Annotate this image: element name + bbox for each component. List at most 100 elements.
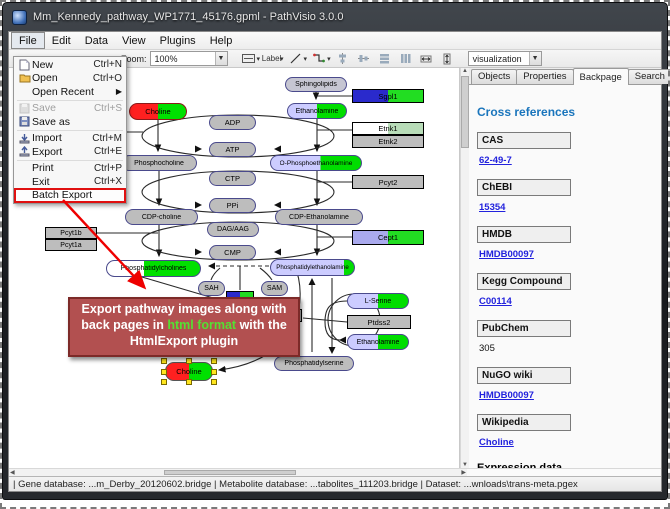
chevron-down-icon[interactable]: ▾ [304,55,308,63]
common-width-button[interactable] [417,51,436,67]
distribute-h-button[interactable] [375,51,394,67]
chevron-down-icon[interactable]: ▾ [257,55,261,63]
node-ethanolamine[interactable]: Ethanolamine [287,103,347,119]
xref-link[interactable]: HMDB00097 [479,249,653,260]
node-ctp[interactable]: CTP [209,171,256,186]
selection-handle[interactable] [161,379,167,385]
node-atp[interactable]: ATP [209,142,256,157]
selection-handle[interactable] [161,369,167,375]
node-adp[interactable]: ADP [209,115,256,130]
node-phosphatidylcholines[interactable]: Phosphatidylcholines [106,260,201,277]
xref-title: PubChem [477,320,571,337]
connector-tool-button[interactable] [309,51,328,67]
label-tool-button[interactable]: Label [262,51,281,67]
node-pcyt2[interactable]: Pcyt2 [352,175,424,189]
chevron-down-icon[interactable]: ▼ [529,52,541,65]
menu-file[interactable]: File [11,32,45,49]
menu-item-label: Print [32,162,94,174]
xref-link[interactable]: 62-49-7 [479,155,653,166]
file-menu-item-export[interactable]: ExportCtrl+E [15,145,125,159]
line-tool-button[interactable] [286,51,305,67]
scroll-up-icon[interactable]: ▲ [462,68,468,74]
selection-handle[interactable] [211,369,217,375]
xref-title: HMDB [477,226,571,243]
tab-search[interactable]: Search [628,69,670,84]
tab-objects[interactable]: Objects [471,69,517,84]
file-menu-item-open-recent[interactable]: Open Recent▶ [15,85,125,99]
menu-item-label: Batch Export [32,189,122,201]
menu-data[interactable]: Data [78,32,115,49]
align-center-x-button[interactable] [333,51,352,67]
common-height-icon [442,53,452,65]
xref-link[interactable]: Choline [479,437,653,448]
file-menu-item-print[interactable]: PrintCtrl+P [15,162,125,176]
node-ppi[interactable]: PPi [209,198,256,213]
node-phosphatidylethanolamine[interactable]: Phosphatidylethanolamine [270,259,355,276]
common-height-button[interactable] [438,51,457,67]
gene-node-button[interactable] [239,51,258,67]
tab-properties[interactable]: Properties [516,69,573,84]
label-tool-icon: Label [262,54,282,63]
visualization-combobox[interactable]: visualization ▼ [468,51,542,66]
chevron-down-icon[interactable]: ▾ [280,55,284,63]
canvas-horizontal-scrollbar[interactable]: ◀ ▶ [9,468,467,476]
node-pcyt1b[interactable]: Pcyt1b [45,227,97,239]
align-center-x-icon [337,53,348,64]
align-center-y-button[interactable] [354,51,373,67]
file-menu-item-save-as[interactable]: Save as [15,115,125,129]
node-phosphatidylserine[interactable]: Phosphatidylserine [274,356,354,371]
menu-view[interactable]: View [115,32,153,49]
selection-handle[interactable] [161,358,167,364]
node-etnk1[interactable]: Etnk1 [352,122,424,135]
node-atp-label: ATP [225,145,239,154]
selection-handle[interactable] [186,379,192,385]
menu-help[interactable]: Help [203,32,240,49]
node-sphingolipids[interactable]: Sphingolipids [285,77,347,92]
canvas-vertical-scrollbar[interactable]: ▲ ▼ [460,68,469,468]
xref-link[interactable]: 15354 [479,202,653,213]
node-etnk2[interactable]: Etnk2 [352,135,424,148]
node-l-serine[interactable]: L-Serine [347,293,409,309]
xref-link[interactable]: C00114 [479,296,653,307]
menu-edit[interactable]: Edit [45,32,78,49]
menu-item-label: Import [32,132,92,144]
title-bar[interactable]: Mm_Kennedy_pathway_WP1771_45176.gpml - P… [3,3,667,31]
node-o-phosphoethanolamine[interactable]: O-Phosphoethanolamine [270,155,362,171]
file-menu-item-batch-export[interactable]: Batch Export [15,189,125,203]
distribute-h-icon [379,53,390,64]
distribute-v-button[interactable] [396,51,415,67]
tab-backpage[interactable]: Backpage [573,68,629,85]
file-menu-item-open[interactable]: OpenCtrl+O [15,72,125,86]
node-sah[interactable]: SAH [198,281,225,296]
vertical-scroll-thumb[interactable] [461,76,469,148]
scroll-right-icon[interactable]: ▶ [461,469,466,476]
node-cdp-ethanolamine[interactable]: CDP-Ethanolamine [275,209,363,225]
node-cdp-choline[interactable]: CDP-choline [125,209,198,225]
node-cmp[interactable]: CMP [209,245,256,260]
xref-section-nugo-wiki: NuGO wikiHMDB00097 [477,367,653,401]
scroll-left-icon[interactable]: ◀ [10,469,15,476]
node-pcyt1a[interactable]: Pcyt1a [45,239,97,251]
file-menu-item-new[interactable]: NewCtrl+N [15,58,125,72]
selection-handle[interactable] [211,379,217,385]
horizontal-scroll-thumb[interactable] [164,470,296,475]
zoom-combobox[interactable]: 100% ▼ [150,51,228,66]
node-ptdss2[interactable]: Ptdss2 [347,315,411,329]
selection-handle[interactable] [211,358,217,364]
selection-handle[interactable] [186,358,192,364]
chevron-down-icon[interactable]: ▾ [327,55,331,63]
node-choline[interactable]: Choline [129,103,187,120]
file-menu-item-import[interactable]: ImportCtrl+M [15,132,125,146]
node-sam[interactable]: SAM [261,281,288,296]
menu-item-label: Export [32,146,94,158]
node-cept1[interactable]: Cept1 [352,230,424,245]
chevron-down-icon[interactable]: ▼ [215,52,227,65]
node-sgpl1[interactable]: Sgpl1 [352,89,424,103]
node-dag-aag[interactable]: DAG/AAG [207,222,259,237]
xref-link[interactable]: HMDB00097 [479,390,653,401]
node-ethanolamine-2[interactable]: Ethanolamine [347,334,409,350]
menu-plugins[interactable]: Plugins [153,32,203,49]
file-menu-item-exit[interactable]: ExitCtrl+X [15,175,125,189]
file-menu-item-save[interactable]: SaveCtrl+S [15,102,125,116]
node-phosphocholine[interactable]: Phosphocholine [121,155,197,171]
